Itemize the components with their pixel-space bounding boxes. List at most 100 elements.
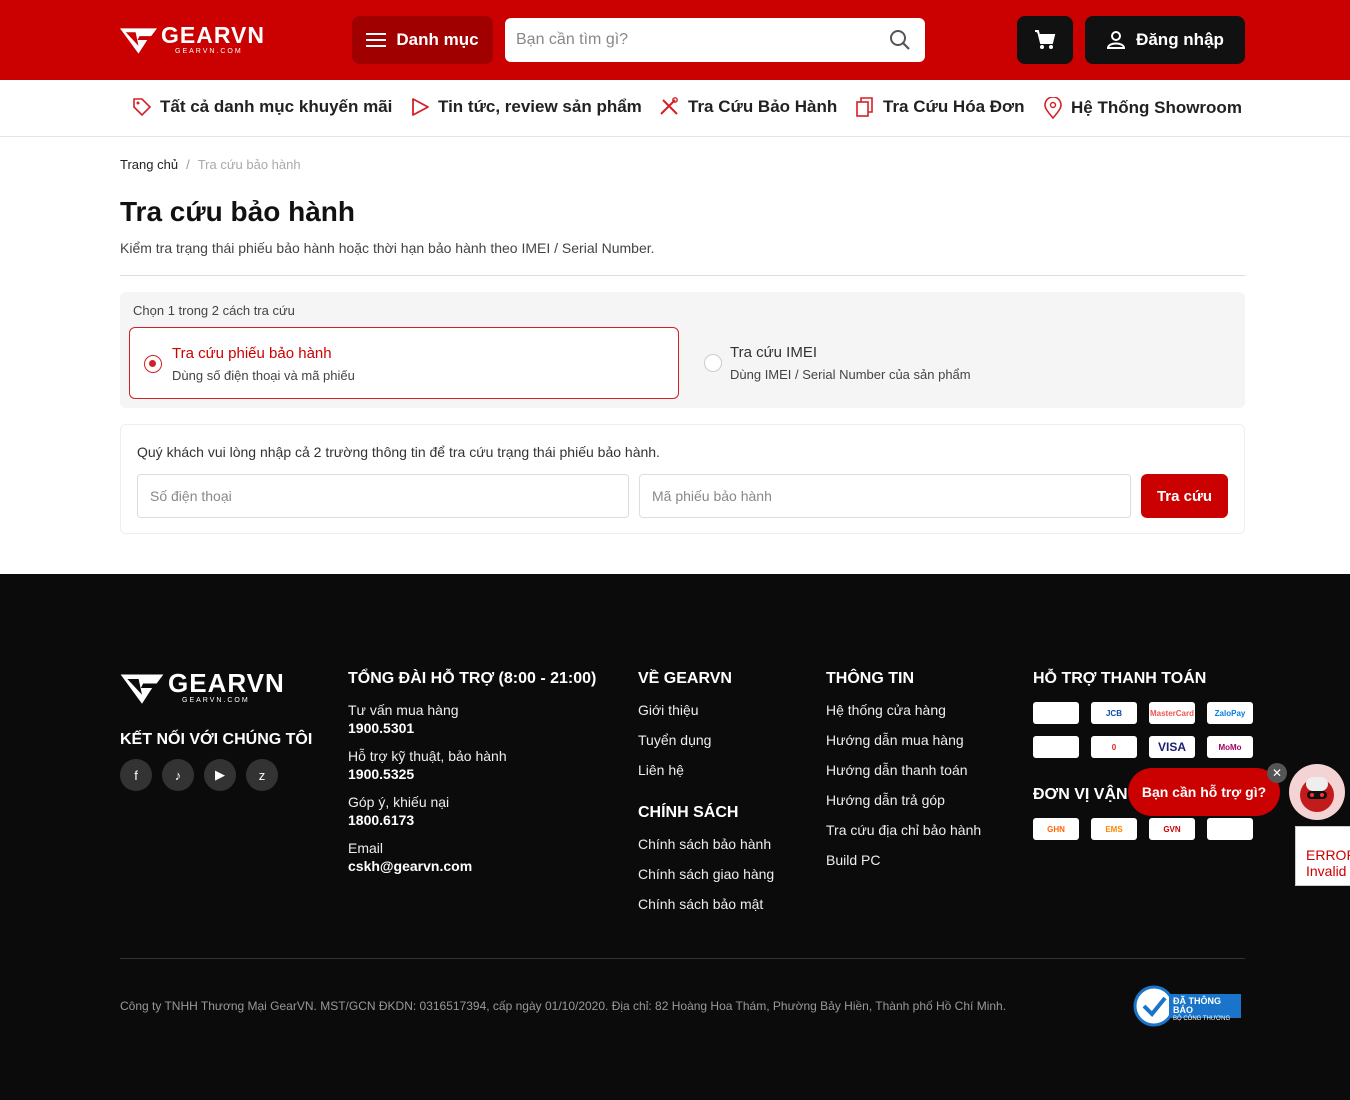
info-heading: THÔNG TIN	[826, 670, 914, 687]
footer-link[interactable]: Chính sách giao hàng	[638, 866, 774, 882]
category-menu-button[interactable]: Danh mục	[352, 16, 493, 64]
shipping-logo: EMS	[1091, 818, 1137, 840]
tools-icon	[660, 97, 678, 115]
radio-selected[interactable]	[144, 355, 162, 373]
zalo-icon[interactable]: z	[246, 759, 278, 791]
documents-icon	[856, 97, 873, 117]
subnav-label: Tất cả danh mục khuyến mãi	[160, 97, 393, 116]
support-item: Hỗ trợ kỹ thuật, bảo hành 1900.5325	[348, 748, 596, 782]
user-icon	[1107, 31, 1126, 49]
support-item: Góp ý, khiếu nại 1800.6173	[348, 794, 596, 828]
option-warranty-ticket[interactable]: Tra cứu phiếu bảo hành Dùng số điện thoạ…	[129, 327, 679, 399]
subnav-label: Tra Cứu Bảo Hành	[688, 97, 838, 116]
footer-link[interactable]: Chính sách bảo hành	[638, 836, 774, 852]
support-label: Tư vấn mua hàng	[348, 702, 459, 718]
error-line2: Invalid	[1306, 863, 1347, 879]
subnav-label: Tin tức, review sản phẩm	[438, 97, 642, 116]
bct-badge[interactable]: ĐÃ THÔNG BÁO BỘ CÔNG THƯƠNG	[1133, 985, 1245, 1027]
login-label: Đăng nhập	[1136, 30, 1224, 49]
search-input[interactable]	[505, 18, 875, 62]
top-header: GEARVN GEARVN.COM Danh mục Đăng nhập	[0, 0, 1350, 80]
support-phone[interactable]: 1800.6173	[348, 812, 596, 828]
social-links: f ♪ ▶ z	[120, 759, 278, 791]
footer-link[interactable]: Hướng dẫn mua hàng	[826, 732, 981, 748]
chatbot-avatar[interactable]	[1289, 764, 1345, 820]
category-menu-label: Danh mục	[396, 30, 479, 49]
footer-link[interactable]: Hệ thống cửa hàng	[826, 702, 981, 718]
radio-unselected[interactable]	[704, 354, 722, 372]
cart-button[interactable]	[1017, 16, 1073, 64]
support-item: Email cskh@gearvn.com	[348, 840, 596, 874]
lookup-method-selector: Chọn 1 trong 2 cách tra cứu Tra cứu phiế…	[120, 292, 1245, 408]
support-phone[interactable]: 1900.5301	[348, 720, 596, 736]
subnav-item-warranty[interactable]: Tra Cứu Bảo Hành	[658, 97, 837, 117]
footer-about-column: VỀ GEARVN Giới thiệu Tuyển dụng Liên hệ …	[638, 670, 774, 925]
breadcrumb-current: Tra cứu bảo hành	[197, 157, 301, 172]
youtube-icon[interactable]: ▶	[204, 759, 236, 791]
logo-subtext: GEARVN.COM	[175, 48, 243, 55]
subnav-item-news[interactable]: Tin tức, review sản phẩm	[410, 97, 642, 117]
search-bar	[505, 18, 925, 62]
sub-navigation: Tất cả danh mục khuyến mãi Tin tức, revi…	[0, 80, 1350, 137]
form-note: Quý khách vui lòng nhập cả 2 trường thôn…	[137, 444, 660, 460]
subnav-item-promotions[interactable]: Tất cả danh mục khuyến mãi	[132, 97, 392, 117]
logo-mark-icon	[120, 28, 157, 54]
subnav-item-showroom[interactable]: Hệ Thống Showroom	[1043, 97, 1242, 119]
search-icon[interactable]	[889, 29, 911, 51]
footer-link[interactable]: Build PC	[826, 852, 981, 868]
footer-link[interactable]: Liên hệ	[638, 762, 774, 778]
payment-logo: JCB	[1091, 702, 1137, 724]
chat-support-bubble[interactable]: Bạn cần hỗ trợ gì?	[1128, 768, 1280, 816]
tag-icon	[133, 98, 152, 117]
page-title: Tra cứu bảo hành	[120, 196, 355, 227]
support-email[interactable]: cskh@gearvn.com	[348, 858, 596, 874]
footer-link[interactable]: Hướng dẫn thanh toán	[826, 762, 981, 778]
footer-divider	[120, 958, 1245, 959]
footer-link[interactable]: Tra cứu địa chỉ bảo hành	[826, 822, 981, 838]
robot-icon	[1300, 777, 1334, 812]
company-info: Công ty TNHH Thương Mại GearVN. MST/GCN …	[120, 999, 1007, 1013]
footer-link[interactable]: Hướng dẫn trả góp	[826, 792, 981, 808]
footer-info-column: THÔNG TIN Hệ thống cửa hàng Hướng dẫn mu…	[826, 670, 981, 881]
footer-link[interactable]: Tuyển dụng	[638, 732, 774, 748]
payment-heading: HỖ TRỢ THANH TOÁN	[1033, 670, 1207, 687]
option-subtitle: Dùng số điện thoại và mã phiếu	[172, 368, 355, 383]
close-icon[interactable]: ✕	[1267, 763, 1287, 783]
shipping-logo: GHN	[1033, 818, 1079, 840]
footer-link[interactable]: Chính sách bảo mật	[638, 896, 774, 912]
support-phone[interactable]: 1900.5325	[348, 766, 596, 782]
connect-heading: KẾT NỐI VỚI CHÚNG TÔI	[120, 731, 313, 748]
option-title: Tra cứu phiếu bảo hành	[172, 345, 332, 362]
phone-number-input[interactable]	[137, 474, 629, 518]
hamburger-icon	[366, 33, 387, 47]
shipping-logos: GHN EMS GVN	[1033, 818, 1253, 840]
option-subtitle: Dùng IMEI / Serial Number của sản phẩm	[730, 367, 971, 382]
subnav-item-invoice[interactable]: Tra Cứu Hóa Đơn	[855, 97, 1025, 117]
lookup-submit-button[interactable]: Tra cứu	[1141, 474, 1228, 518]
footer-support-column: TỔNG ĐÀI HỖ TRỢ (8:00 - 21:00) Tư vấn mu…	[348, 670, 596, 886]
support-label: Góp ý, khiếu nại	[348, 794, 450, 810]
gearvn-logo[interactable]: GEARVN GEARVN.COM	[120, 22, 265, 58]
lookup-form: Quý khách vui lòng nhập cả 2 trường thôn…	[120, 424, 1245, 534]
warranty-ticket-input[interactable]	[639, 474, 1131, 518]
section-divider	[120, 275, 1245, 276]
logo-mark-icon	[120, 674, 164, 704]
payment-logo: VISA	[1149, 736, 1195, 758]
footer-logo[interactable]: GEARVN GEARVN.COM	[120, 670, 285, 706]
subnav-label: Tra Cứu Hóa Đơn	[883, 97, 1025, 116]
tiktok-icon[interactable]: ♪	[162, 759, 194, 791]
facebook-icon[interactable]: f	[120, 759, 152, 791]
page-description: Kiểm tra trạng thái phiếu bảo hành hoặc …	[120, 240, 655, 256]
breadcrumb-home-link[interactable]: Trang chủ	[120, 157, 178, 172]
footer: GEARVN GEARVN.COM KẾT NỐI VỚI CHÚNG TÔI …	[0, 574, 1350, 1100]
breadcrumb-separator: /	[186, 157, 190, 172]
payment-logo: MasterCard	[1149, 702, 1195, 724]
subnav-label: Hệ Thống Showroom	[1071, 98, 1242, 117]
support-item: Tư vấn mua hàng 1900.5301	[348, 702, 596, 736]
footer-link[interactable]: Giới thiệu	[638, 702, 774, 718]
shipping-logo	[1207, 818, 1253, 840]
login-button[interactable]: Đăng nhập	[1085, 16, 1245, 64]
play-icon	[412, 98, 429, 116]
payment-logo	[1033, 736, 1079, 758]
option-imei[interactable]: Tra cứu IMEI Dùng IMEI / Serial Number c…	[690, 327, 1240, 399]
